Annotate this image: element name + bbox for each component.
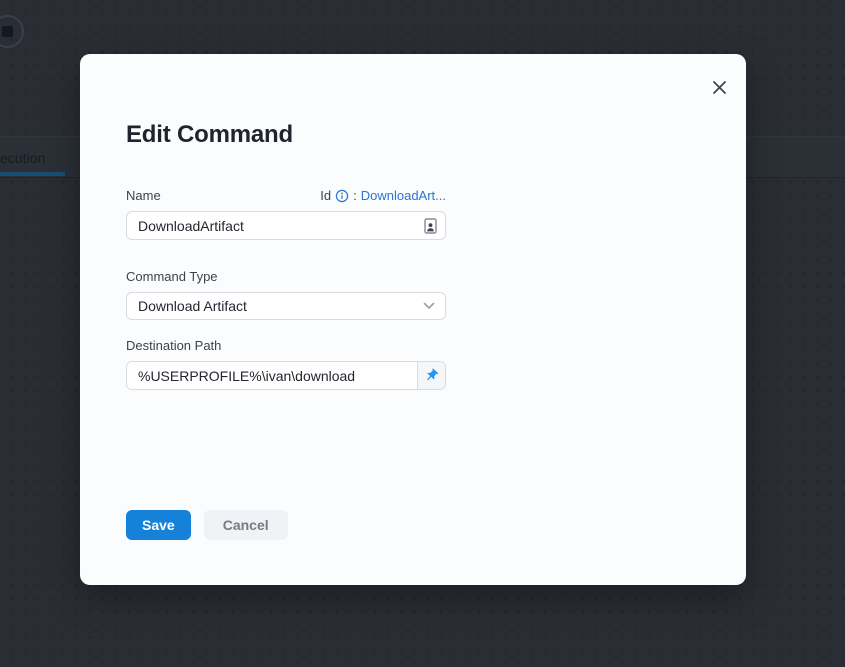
close-button[interactable] [707,75,731,99]
tab-active-indicator [0,172,65,176]
id-label: Id [320,188,331,204]
destination-path-label: Destination Path [126,338,221,354]
canvas-background: ecution Edit Command Name Id [0,0,845,667]
stop-square-icon [2,26,13,37]
contact-autofill-icon [424,218,437,234]
name-label: Name [126,188,161,204]
command-type-selected-value: Download Artifact [138,298,247,314]
destination-path-input[interactable] [127,362,417,389]
edit-command-form: Name Id : DownloadArt... [126,188,446,540]
stop-button[interactable] [0,15,24,48]
name-input[interactable] [126,211,446,240]
info-circle-icon[interactable] [335,189,349,203]
destination-path-field: Destination Path [126,338,446,390]
pin-button[interactable] [417,362,445,389]
modal-title: Edit Command [126,121,700,148]
command-type-select[interactable]: Download Artifact [126,292,446,320]
save-button[interactable]: Save [126,510,191,540]
edit-command-modal: Edit Command Name Id : [80,54,746,585]
command-type-field: Command Type Download Artifact [126,269,446,320]
pushpin-icon [421,365,442,386]
cancel-button[interactable]: Cancel [204,510,288,540]
command-id-group: Id : DownloadArt... [320,188,446,204]
id-separator: : [353,188,357,204]
command-id-link[interactable]: DownloadArt... [361,188,446,204]
name-field: Name Id : DownloadArt... [126,188,446,240]
command-type-label: Command Type [126,269,218,285]
tab-execution-label: ecution [0,150,45,166]
modal-actions: Save Cancel [126,510,446,540]
close-icon [712,80,727,95]
chevron-down-icon [423,302,435,310]
